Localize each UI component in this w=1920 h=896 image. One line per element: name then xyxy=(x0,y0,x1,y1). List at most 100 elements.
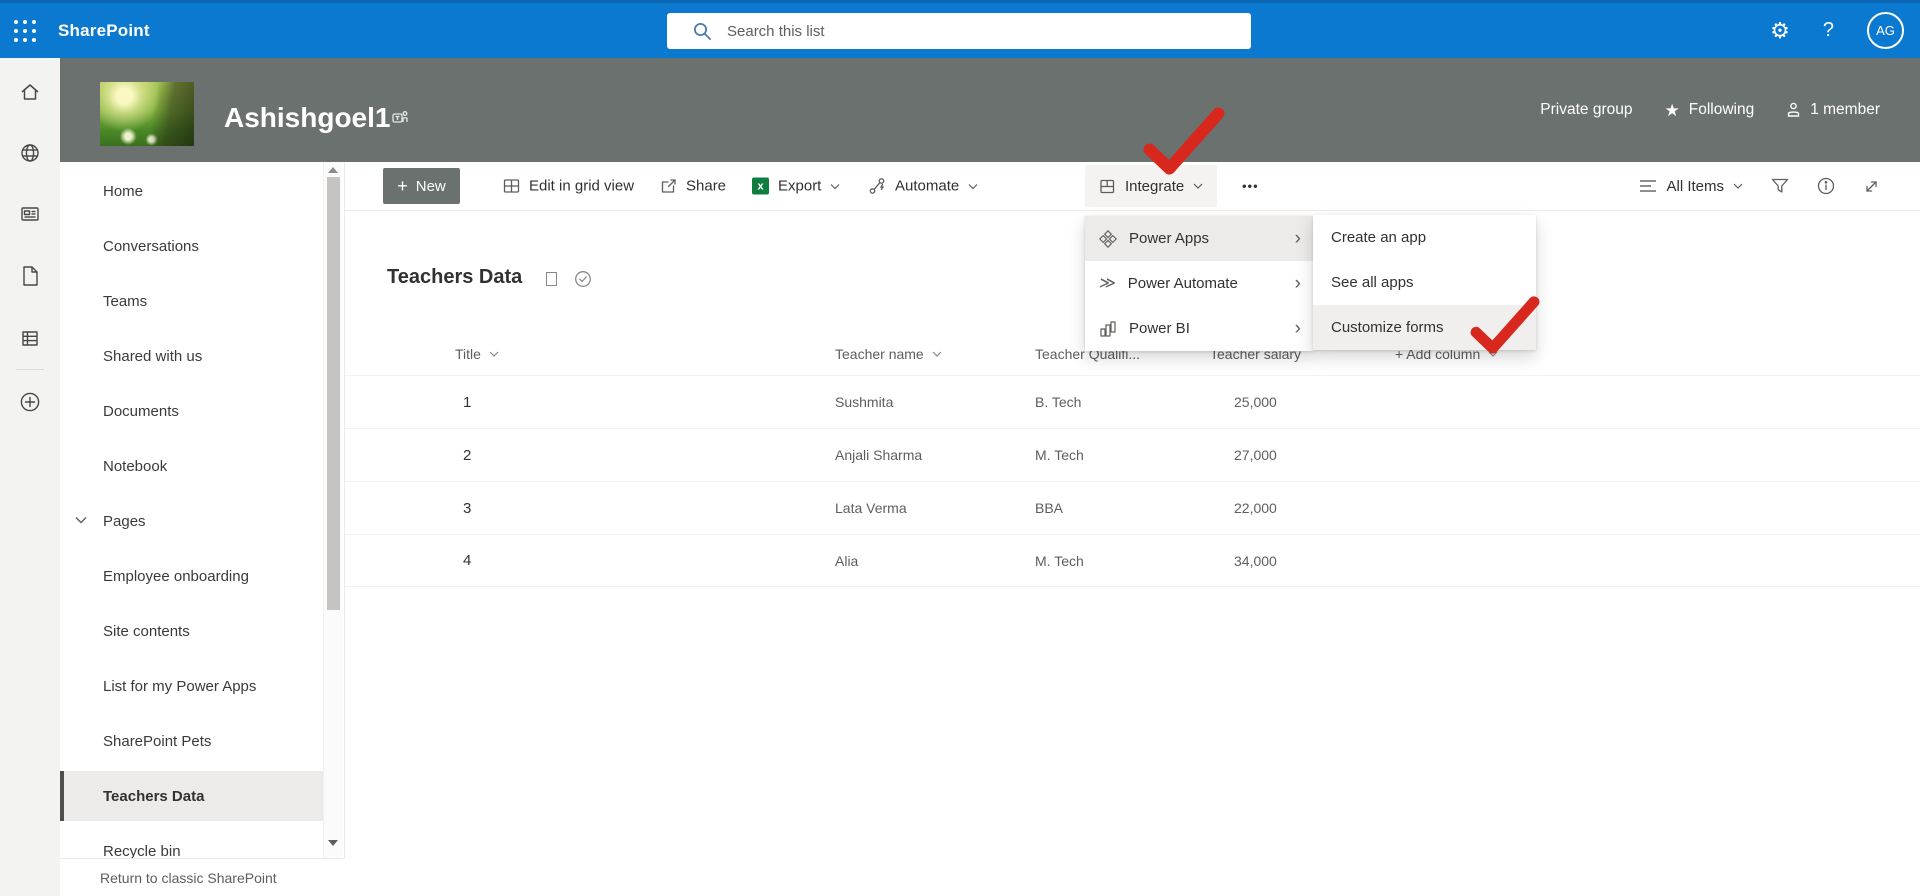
info-icon[interactable] xyxy=(1817,177,1835,195)
automate-button[interactable]: Automate xyxy=(868,178,978,195)
globe-icon[interactable] xyxy=(19,142,41,164)
share-button[interactable]: Share xyxy=(660,178,726,195)
settings-gear-icon[interactable]: ⚙ xyxy=(1770,20,1790,42)
menu-item-label: Power Automate xyxy=(1128,275,1283,292)
command-bar-right: All Items xyxy=(1639,162,1880,210)
app-launcher-icon[interactable] xyxy=(14,20,40,46)
lists-icon[interactable] xyxy=(19,327,41,349)
chevron-down-icon xyxy=(830,183,840,189)
sidebar-item-teams[interactable]: Teams xyxy=(60,279,323,323)
return-to-classic-link[interactable]: Return to classic SharePoint xyxy=(60,858,345,896)
sidebar-item-teachers-data-selected[interactable]: Teachers Data xyxy=(60,771,323,821)
sharepoint-app: SharePoint ⚙ ? AG xyxy=(0,0,1920,896)
scrollbar-thumb[interactable] xyxy=(327,177,340,610)
sidebar-item-notebook[interactable]: Notebook xyxy=(60,444,323,488)
integrate-menu: Power Apps › ≫ Power Automate › Power BI… xyxy=(1085,216,1313,351)
edit-in-grid-view-label: Edit in grid view xyxy=(529,178,634,195)
table-row[interactable]: 3 Lata Verma BBA 22,000 xyxy=(345,481,1920,534)
share-label: Share xyxy=(686,178,726,195)
column-header-title[interactable]: Title xyxy=(455,346,835,362)
sidebar-item-employee-onboarding[interactable]: Employee onboarding xyxy=(60,554,323,598)
rail-divider xyxy=(16,369,44,370)
integrate-label: Integrate xyxy=(1125,178,1184,195)
sidebar-nav: Home Conversations Teams Shared with us … xyxy=(60,162,345,896)
return-to-classic-label: Return to classic SharePoint xyxy=(100,870,277,886)
submenu-item-customize-forms[interactable]: Customize forms xyxy=(1313,305,1536,350)
new-button[interactable]: + New xyxy=(383,168,460,204)
filter-icon[interactable] xyxy=(1771,178,1789,194)
sidebar-item-pages[interactable]: Pages xyxy=(60,499,323,543)
sidebar-item-shared-with-us[interactable]: Shared with us xyxy=(60,334,323,378)
suite-bar: SharePoint ⚙ ? AG xyxy=(0,0,1920,58)
table-row[interactable]: 1 Sushmita B. Tech 25,000 xyxy=(345,375,1920,428)
excel-icon: x xyxy=(752,178,769,195)
menu-item-power-automate[interactable]: ≫ Power Automate › xyxy=(1085,261,1313,306)
table-row[interactable]: 2 Anjali Sharma M. Tech 27,000 xyxy=(345,428,1920,481)
sidebar-item-site-contents[interactable]: Site contents xyxy=(60,609,323,653)
power-apps-icon xyxy=(1099,230,1117,248)
sidebar-item-documents[interactable]: Documents xyxy=(60,389,323,433)
cell-teacher-name: Lata Verma xyxy=(835,500,1035,516)
export-button[interactable]: x Export xyxy=(752,178,840,195)
account-avatar[interactable]: AG xyxy=(1867,12,1904,49)
scroll-up-arrow-icon[interactable] xyxy=(328,167,338,173)
column-header-teacher-name[interactable]: Teacher name xyxy=(835,346,1035,362)
submenu-item-create-an-app[interactable]: Create an app xyxy=(1313,215,1536,260)
sidebar-item-label: Documents xyxy=(103,403,179,420)
news-icon[interactable] xyxy=(19,203,41,225)
cell-teacher-qualification: BBA xyxy=(1035,500,1210,516)
power-apps-submenu: Create an app See all apps Customize for… xyxy=(1313,215,1536,350)
bookmark-square-icon[interactable] xyxy=(546,272,557,286)
sidebar-item-label: Employee onboarding xyxy=(103,568,249,585)
site-logo[interactable] xyxy=(100,82,194,146)
menu-item-power-bi[interactable]: Power BI › xyxy=(1085,306,1313,351)
cell-teacher-qualification: B. Tech xyxy=(1035,394,1210,410)
column-header-label: Title xyxy=(455,346,481,362)
document-icon[interactable] xyxy=(20,265,40,287)
menu-item-power-apps[interactable]: Power Apps › xyxy=(1085,216,1313,261)
edit-in-grid-view-button[interactable]: Edit in grid view xyxy=(503,178,634,195)
more-commands-icon[interactable]: ••• xyxy=(1242,179,1259,194)
export-label: Export xyxy=(778,178,821,195)
cell-title: 4 xyxy=(455,552,835,569)
chevron-right-icon: › xyxy=(1295,319,1301,338)
following-button[interactable]: ★ Following xyxy=(1664,101,1754,119)
submenu-item-see-all-apps[interactable]: See all apps xyxy=(1313,260,1536,305)
sidebar-item-list-for-my-power-apps[interactable]: List for my Power Apps xyxy=(60,664,323,708)
check-circle-icon[interactable] xyxy=(574,270,592,288)
members-button[interactable]: 1 member xyxy=(1786,101,1880,119)
help-icon[interactable]: ? xyxy=(1823,19,1834,42)
cell-teacher-qualification: M. Tech xyxy=(1035,553,1210,569)
add-app-icon[interactable] xyxy=(19,391,42,414)
command-bar: + New Edit in grid view Share x Export xyxy=(345,162,1920,211)
cell-title: 3 xyxy=(455,500,835,517)
table-row[interactable]: 4 Alia M. Tech 34,000 xyxy=(345,534,1920,587)
site-title[interactable]: Ashishgoel1 xyxy=(224,102,390,134)
home-icon[interactable] xyxy=(19,81,41,103)
sidebar-item-label: Recycle bin xyxy=(103,843,181,860)
chevron-down-icon xyxy=(968,183,978,189)
sidebar-item-sharepoint-pets[interactable]: SharePoint Pets xyxy=(60,719,323,763)
cell-title: 1 xyxy=(455,394,835,411)
scroll-down-arrow-icon[interactable] xyxy=(328,840,338,846)
sidebar-item-home[interactable]: Home xyxy=(60,169,323,213)
power-bi-icon xyxy=(1099,320,1117,338)
sidebar-scrollbar[interactable] xyxy=(323,162,342,858)
submenu-item-label: See all apps xyxy=(1331,274,1414,291)
star-icon: ★ xyxy=(1664,102,1679,119)
integrate-button[interactable]: Integrate xyxy=(1085,165,1217,207)
chevron-down-icon xyxy=(932,351,942,357)
column-header-label: Teacher name xyxy=(835,346,924,362)
sidebar-item-conversations[interactable]: Conversations xyxy=(60,224,323,268)
expand-icon[interactable] xyxy=(1863,178,1880,195)
cell-teacher-salary: 34,000 xyxy=(1210,553,1395,569)
sharepoint-brand[interactable]: SharePoint xyxy=(58,3,150,58)
chevron-down-icon xyxy=(1488,351,1498,357)
chevron-down-icon[interactable] xyxy=(75,516,87,524)
search-input[interactable] xyxy=(727,23,1147,40)
search-box[interactable] xyxy=(667,13,1251,49)
sidebar-item-label: Teachers Data xyxy=(103,788,204,805)
integrate-icon xyxy=(1099,178,1116,195)
view-selector[interactable]: All Items xyxy=(1639,178,1743,195)
chevron-down-icon xyxy=(1733,183,1743,189)
